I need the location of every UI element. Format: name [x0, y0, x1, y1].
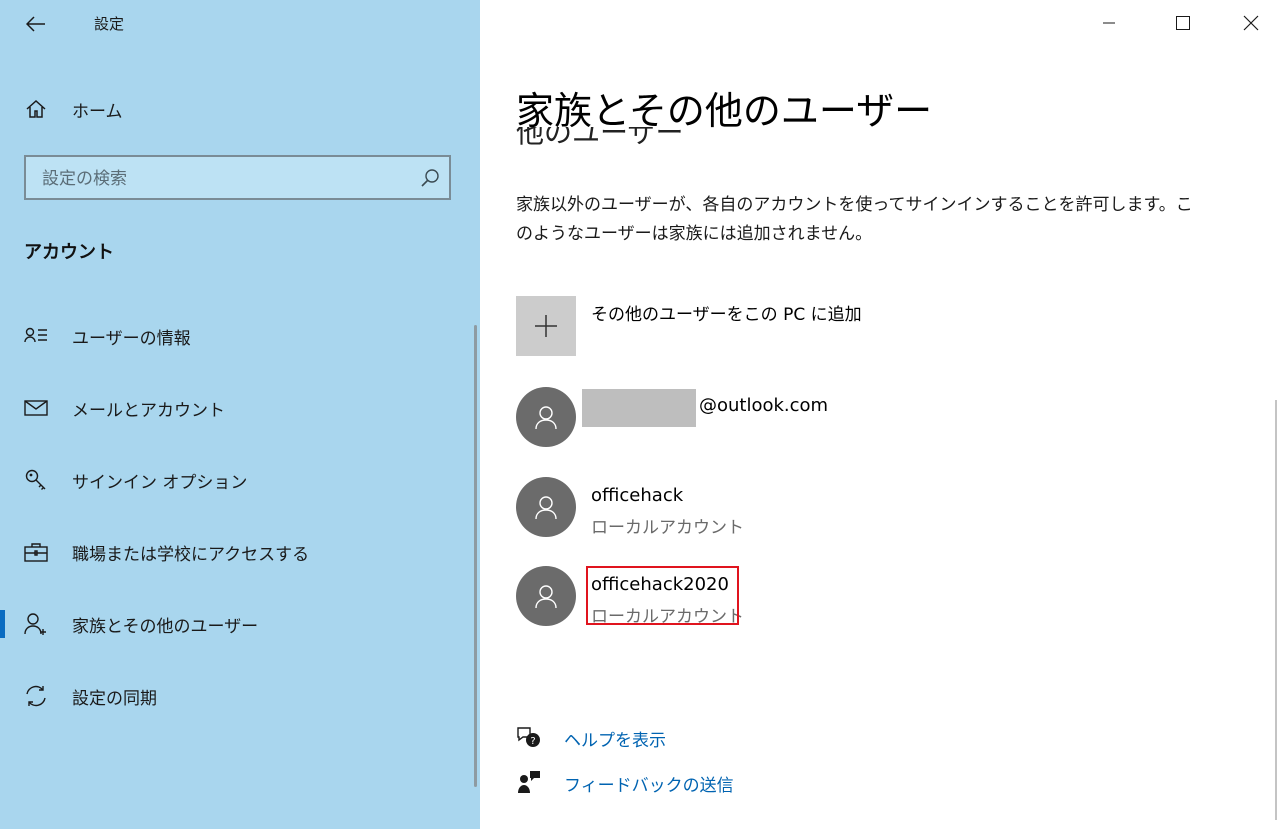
- redacted-block: [582, 389, 696, 427]
- user-name: officehack2020: [591, 574, 729, 595]
- user-info-icon: [24, 324, 48, 348]
- avatar: [516, 566, 576, 626]
- search-input[interactable]: [26, 157, 434, 200]
- home-icon: [24, 97, 48, 121]
- mail-icon: [24, 396, 48, 420]
- sync-icon: [24, 684, 48, 708]
- key-icon: [24, 468, 48, 492]
- person-icon: [535, 406, 557, 430]
- search-icon[interactable]: [419, 167, 441, 189]
- sidebar-item-label: ホーム: [72, 101, 123, 122]
- feedback-icon: [516, 769, 542, 795]
- main-scrollbar[interactable]: [1275, 400, 1277, 820]
- svg-text:?: ?: [530, 736, 535, 747]
- user-name: @outlook.com: [699, 395, 829, 416]
- minimize-button[interactable]: [1086, 0, 1132, 46]
- help-chat-icon: ?: [516, 724, 542, 750]
- sidebar-item-label: メールとアカウント: [72, 400, 225, 421]
- sidebar-item-label: ユーザーの情報: [72, 328, 191, 349]
- settings-search-box[interactable]: [24, 155, 451, 200]
- add-tile: [516, 296, 576, 356]
- briefcase-icon: [24, 540, 48, 564]
- sidebar-item-user-info[interactable]: ユーザーの情報: [0, 312, 470, 360]
- section-heading-partial: 他のユーザー: [516, 127, 684, 149]
- person-icon: [535, 496, 557, 520]
- active-indicator: [0, 610, 5, 638]
- main-content: 家族とその他のユーザー 他のユーザー 家族以外のユーザーが、各自のアカウントを使…: [480, 0, 1283, 829]
- sidebar-item-sync[interactable]: 設定の同期: [0, 672, 470, 720]
- user-item[interactable]: @outlook.com: [516, 387, 1116, 449]
- back-button[interactable]: [22, 10, 50, 38]
- section-description: 家族以外のユーザーが、各自のアカウントを使ってサインインすることを許可します。こ…: [516, 195, 1193, 244]
- plus-icon: [535, 315, 557, 337]
- user-account-type: ローカルアカウント: [591, 607, 744, 627]
- sidebar: 設定 ホーム アカウント ユーザーの情報 メールとアカウント サインイン オプシ…: [0, 0, 480, 829]
- section-title: アカウント: [24, 242, 114, 263]
- help-link-label: ヘルプを表示: [564, 731, 666, 751]
- close-button[interactable]: [1228, 0, 1274, 46]
- sidebar-item-home[interactable]: ホーム: [0, 85, 470, 133]
- add-user-label: その他のユーザーをこの PC に追加: [591, 305, 862, 325]
- feedback-link-label: フィードバックの送信: [564, 776, 734, 796]
- close-icon: [1243, 15, 1259, 31]
- add-person-icon: [24, 612, 48, 636]
- sidebar-item-label: 職場または学校にアクセスする: [72, 544, 310, 565]
- maximize-button[interactable]: [1160, 0, 1206, 46]
- avatar: [516, 477, 576, 537]
- sidebar-item-label: 設定の同期: [72, 688, 157, 709]
- back-arrow-icon: [26, 16, 45, 32]
- sidebar-item-label: サインイン オプション: [72, 472, 248, 493]
- avatar: [516, 387, 576, 447]
- user-name: officehack: [591, 485, 684, 506]
- sidebar-item-label: 家族とその他のユーザー: [72, 616, 259, 637]
- person-icon: [535, 585, 557, 609]
- app-title: 設定: [94, 15, 125, 33]
- sidebar-item-mail[interactable]: メールとアカウント: [0, 384, 470, 432]
- user-item[interactable]: officehack2020 ローカルアカウント: [516, 566, 1116, 628]
- maximize-icon: [1176, 16, 1190, 30]
- sidebar-item-family-users[interactable]: 家族とその他のユーザー: [0, 600, 470, 648]
- sidebar-item-signin-options[interactable]: サインイン オプション: [0, 456, 470, 504]
- user-item[interactable]: officehack ローカルアカウント: [516, 477, 1116, 539]
- sidebar-item-work-school[interactable]: 職場または学校にアクセスする: [0, 528, 470, 576]
- user-account-type: ローカルアカウント: [591, 518, 744, 538]
- minimize-icon: [1103, 22, 1115, 24]
- sidebar-scrollbar[interactable]: [474, 325, 477, 787]
